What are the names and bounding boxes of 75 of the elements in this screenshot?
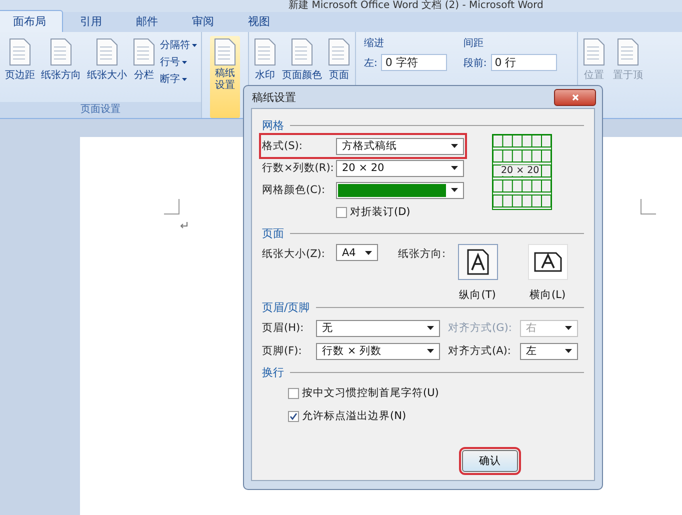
close-icon [572,94,578,101]
dropdown-arrow-icon [365,250,372,254]
close-button[interactable] [554,88,596,106]
ribbon-button[interactable]: 分隔符 [160,38,197,52]
dropdown-arrow-icon [427,326,434,330]
spin-field[interactable]: 0 行 [490,54,557,71]
ribbon-tab[interactable]: 邮件 [119,10,175,32]
dropdown[interactable]: 方格式稿纸 [336,138,464,154]
page-icon [254,38,276,66]
corner-mark-icon [164,199,180,215]
dialog-title: 稿纸设置 [252,90,296,104]
dropdown-arrow-icon [565,326,572,330]
checkbox[interactable]: 允许标点溢出边界(N) [288,409,406,423]
page-icon [96,38,118,66]
page-icon [616,38,639,66]
spin-field[interactable]: 0 字符 [381,54,448,71]
field-label: 左: [364,56,378,70]
page-icon [50,38,72,66]
field-label: 格式(S): [262,139,304,153]
field-label: 对齐方式(A): [448,344,512,358]
caret-icon [192,44,197,46]
dropdown[interactable]: 行数 × 列数 [316,342,440,360]
dropdown[interactable]: A4 [336,244,378,261]
page-icon [133,38,155,66]
corner-mark-icon [640,199,656,215]
dropdown-arrow-icon [565,349,572,353]
check-mark-icon [289,412,298,420]
ribbon-tab[interactable]: 引用 [63,10,119,32]
color-dropdown[interactable] [336,182,464,198]
group-label: 间距 [463,37,484,50]
ribbon-button[interactable]: 纸张大小 [86,36,128,102]
checkbox[interactable]: 对折装订(D) [336,205,410,219]
ribbon-button[interactable]: 页边距 [4,36,36,102]
dropdown-arrow-icon [451,166,458,170]
dropdown-arrow-icon [451,188,458,192]
ribbon-button[interactable]: 分栏 [132,36,156,102]
page-icon [9,38,31,66]
field-label: 纸张大小(Z): [262,247,326,261]
group-label: 缩进 [364,36,385,50]
ribbon-tab[interactable]: 面布局 [0,10,63,32]
return-mark-icon [180,222,188,229]
landscape-page-icon [534,252,562,272]
caret-icon [182,78,187,80]
field-label: 页眉(H): [262,321,305,335]
page-icon [582,38,605,66]
preview-label: 20 × 20 [501,165,540,176]
caret-icon [182,60,187,64]
ribbon-button[interactable]: 纸张方向 [40,36,82,102]
section-title: 换行 [262,364,284,380]
field-label: 页脚(F): [262,344,303,358]
confirm-button[interactable]: 确认 [462,450,518,472]
section-title: 页眉/页脚 [262,300,310,314]
ribbon-button[interactable]: 断字 [160,72,197,86]
group-label: 页面设置 [0,102,201,118]
dropdown[interactable]: 20 × 20 [336,160,464,176]
field-label: 对齐方式(G): [448,321,513,335]
page-icon [291,38,313,66]
ribbon-button[interactable]: 行号 [160,55,197,69]
field-label: 纸张方向: [398,247,446,261]
section-title: 网格 [262,118,284,132]
ribbon-tab[interactable]: 视图 [231,10,287,32]
field-label: 段前: [463,56,487,70]
dropdown-arrow-icon [451,144,458,148]
field-label: 行数×列数(R): [262,161,330,175]
dropdown[interactable]: 左 [520,342,578,360]
portrait-page-icon [466,249,489,275]
page-icon [214,38,236,66]
ribbon-tab[interactable]: 审阅 [175,10,231,32]
manuscript-button[interactable]: 稿纸设置 [210,36,240,118]
field-label: 网格颜色(C): [262,183,326,197]
ribbon-button[interactable]: 页面 [327,36,351,118]
dropdown-arrow-icon [427,349,434,353]
page-icon [328,38,350,66]
checkbox[interactable]: 按中文习惯控制首尾字符(U) [288,386,439,400]
section-title: 页面 [262,226,284,240]
